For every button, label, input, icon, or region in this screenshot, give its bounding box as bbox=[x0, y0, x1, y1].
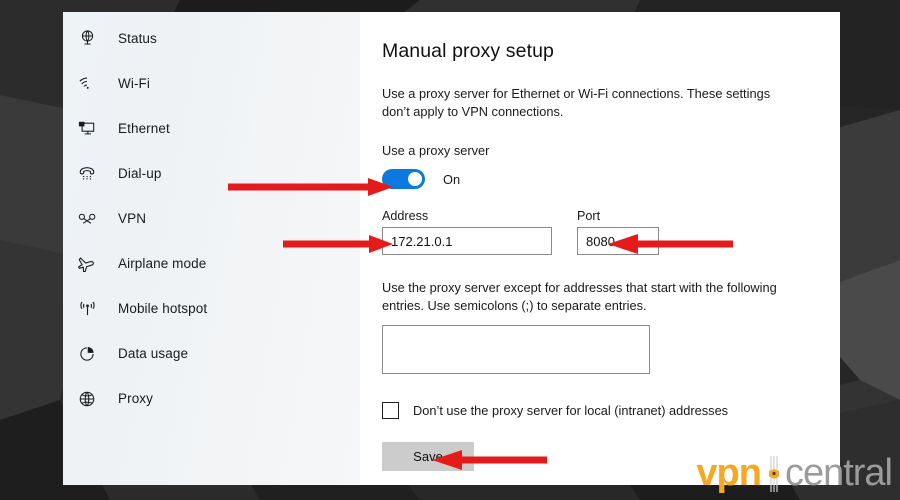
address-label: Address bbox=[382, 209, 429, 224]
exceptions-input[interactable] bbox=[382, 324, 650, 374]
dialup-icon bbox=[72, 162, 102, 186]
sidebar-item-wifi[interactable]: Wi-Fi bbox=[63, 61, 360, 106]
toggle-knob bbox=[408, 172, 422, 187]
port-label: Port bbox=[577, 209, 601, 224]
sidebar-item-proxy[interactable]: Proxy bbox=[63, 376, 360, 421]
sidebar-item-label: Ethernet bbox=[118, 121, 170, 136]
use-proxy-label: Use a proxy server bbox=[382, 143, 490, 159]
sidebar-item-label: VPN bbox=[118, 211, 147, 226]
sidebar-item-label: Status bbox=[118, 31, 157, 46]
proxy-toggle-row: On bbox=[382, 169, 840, 190]
wifi-icon bbox=[72, 72, 102, 96]
sidebar-item-ethernet[interactable]: Ethernet bbox=[63, 106, 360, 151]
watermark-brand-secondary: central bbox=[784, 452, 893, 494]
ethernet-icon bbox=[72, 117, 102, 141]
address-input[interactable] bbox=[382, 227, 552, 256]
hotspot-icon bbox=[72, 297, 102, 321]
screenshot-root: Status Wi-Fi Ethernet Dial-up VPN Airpla… bbox=[0, 0, 900, 500]
local-addresses-label: Don’t use the proxy server for local (in… bbox=[413, 402, 729, 418]
watermark-shield-icon bbox=[763, 454, 783, 494]
sidebar-item-label: Airplane mode bbox=[118, 256, 207, 271]
vpn-icon bbox=[72, 207, 102, 231]
globe-icon bbox=[72, 387, 102, 411]
watermark-logo: vpn central bbox=[696, 452, 893, 494]
address-group: Address bbox=[382, 209, 552, 256]
exceptions-description: Use the proxy server except for addresse… bbox=[382, 280, 777, 314]
data-usage-icon bbox=[72, 342, 102, 366]
sidebar-item-label: Wi-Fi bbox=[118, 76, 150, 91]
status-icon bbox=[72, 27, 102, 51]
sidebar-item-label: Data usage bbox=[118, 346, 189, 361]
sidebar-item-label: Proxy bbox=[118, 391, 154, 406]
local-addresses-checkbox[interactable] bbox=[382, 401, 399, 419]
sidebar-item-data-usage[interactable]: Data usage bbox=[63, 331, 360, 376]
arrow-to-proxy-toggle bbox=[228, 178, 393, 196]
settings-content: Manual proxy setup Use a proxy server fo… bbox=[360, 12, 840, 485]
proxy-description: Use a proxy server for Ethernet or Wi-Fi… bbox=[382, 86, 771, 120]
sidebar-item-status[interactable]: Status bbox=[63, 16, 360, 61]
watermark-brand-primary: vpn bbox=[696, 452, 762, 494]
local-addresses-row: Don’t use the proxy server for local (in… bbox=[382, 401, 840, 419]
toggle-state-label: On bbox=[443, 171, 461, 187]
arrow-to-save-button bbox=[432, 450, 547, 470]
sidebar-item-label: Dial-up bbox=[118, 166, 162, 181]
arrow-to-address-field bbox=[283, 235, 393, 253]
page-title: Manual proxy setup bbox=[382, 40, 554, 62]
sidebar-item-label: Mobile hotspot bbox=[118, 301, 208, 316]
arrow-to-port-field bbox=[608, 234, 733, 254]
sidebar-item-mobile-hotspot[interactable]: Mobile hotspot bbox=[63, 286, 360, 331]
airplane-icon bbox=[72, 252, 102, 276]
